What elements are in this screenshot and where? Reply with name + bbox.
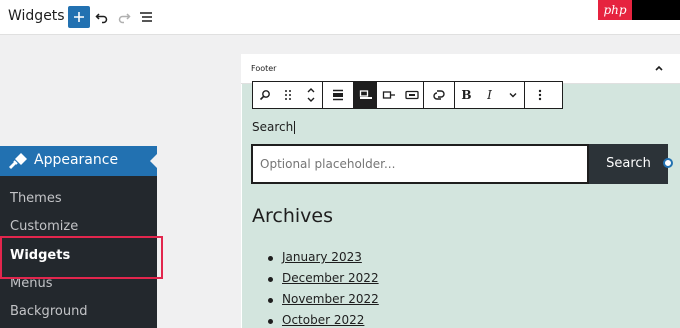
move-up-down-icon[interactable] xyxy=(299,82,322,108)
sidebar-item-themes[interactable]: Themes xyxy=(0,188,157,210)
sidebar-item-customize[interactable]: Customize xyxy=(0,216,157,238)
button-only-icon[interactable] xyxy=(377,82,400,108)
brand-logo: php xyxy=(598,0,680,20)
logo-black-band xyxy=(632,0,680,20)
paintbrush-icon xyxy=(9,153,27,169)
search-label-text: Search xyxy=(252,120,294,134)
archive-link[interactable]: November 2022 xyxy=(282,292,379,306)
search-input[interactable]: Optional placeholder... xyxy=(251,144,589,184)
toolbar-group-block xyxy=(253,82,323,108)
chevron-up-icon[interactable] xyxy=(654,63,664,73)
widget-area-title: Footer xyxy=(251,64,277,73)
widget-area-header[interactable]: Footer xyxy=(241,54,680,84)
php-logo-text: php xyxy=(598,0,632,20)
archive-link[interactable]: January 2023 xyxy=(282,250,362,264)
bullet xyxy=(268,277,273,282)
sidebar-menu-label: Appearance xyxy=(34,152,119,168)
add-block-button[interactable] xyxy=(68,6,90,28)
widgets-highlight-box xyxy=(0,236,163,279)
undo-icon[interactable] xyxy=(95,10,109,24)
toolbar-group-more xyxy=(525,82,555,108)
toolbar-group-link xyxy=(424,82,455,108)
drag-handle-icon[interactable] xyxy=(276,82,299,108)
align-icon[interactable] xyxy=(323,82,353,108)
toolbar-group-align xyxy=(323,82,354,108)
editor-header: Widgets php xyxy=(0,0,680,35)
resize-handle[interactable] xyxy=(663,158,673,168)
search-block-label[interactable]: Search xyxy=(252,120,296,134)
button-inside-icon[interactable] xyxy=(400,82,423,108)
link-icon[interactable] xyxy=(424,82,454,108)
sidebar-item-background[interactable]: Background xyxy=(0,301,157,323)
archives-heading: Archives xyxy=(252,205,333,227)
button-outside-icon[interactable] xyxy=(354,82,377,108)
active-indicator xyxy=(150,154,157,168)
toolbar-group-button-position xyxy=(354,82,424,108)
redo-icon[interactable] xyxy=(117,10,131,24)
bold-button[interactable]: B xyxy=(455,82,478,108)
block-toolbar: B I xyxy=(252,81,563,109)
text-caret xyxy=(294,121,296,134)
italic-button[interactable]: I xyxy=(478,82,501,108)
toolbar-group-format: B I xyxy=(455,82,525,108)
bullet xyxy=(268,319,273,324)
bullet xyxy=(268,298,273,303)
search-placeholder: Optional placeholder... xyxy=(260,157,396,171)
list-view-icon[interactable] xyxy=(139,10,153,24)
search-block: Optional placeholder... Search xyxy=(251,144,668,184)
sidebar-item-appearance[interactable]: Appearance xyxy=(0,146,157,176)
archive-link[interactable]: October 2022 xyxy=(282,313,364,327)
page-title: Widgets xyxy=(8,8,65,24)
more-options-icon[interactable] xyxy=(525,82,555,108)
bullet xyxy=(268,256,273,261)
chevron-down-icon[interactable] xyxy=(501,82,524,108)
archive-link[interactable]: December 2022 xyxy=(282,271,379,285)
search-button[interactable]: Search xyxy=(589,144,668,184)
block-type-search-icon[interactable] xyxy=(253,82,276,108)
plus-icon xyxy=(74,12,84,22)
